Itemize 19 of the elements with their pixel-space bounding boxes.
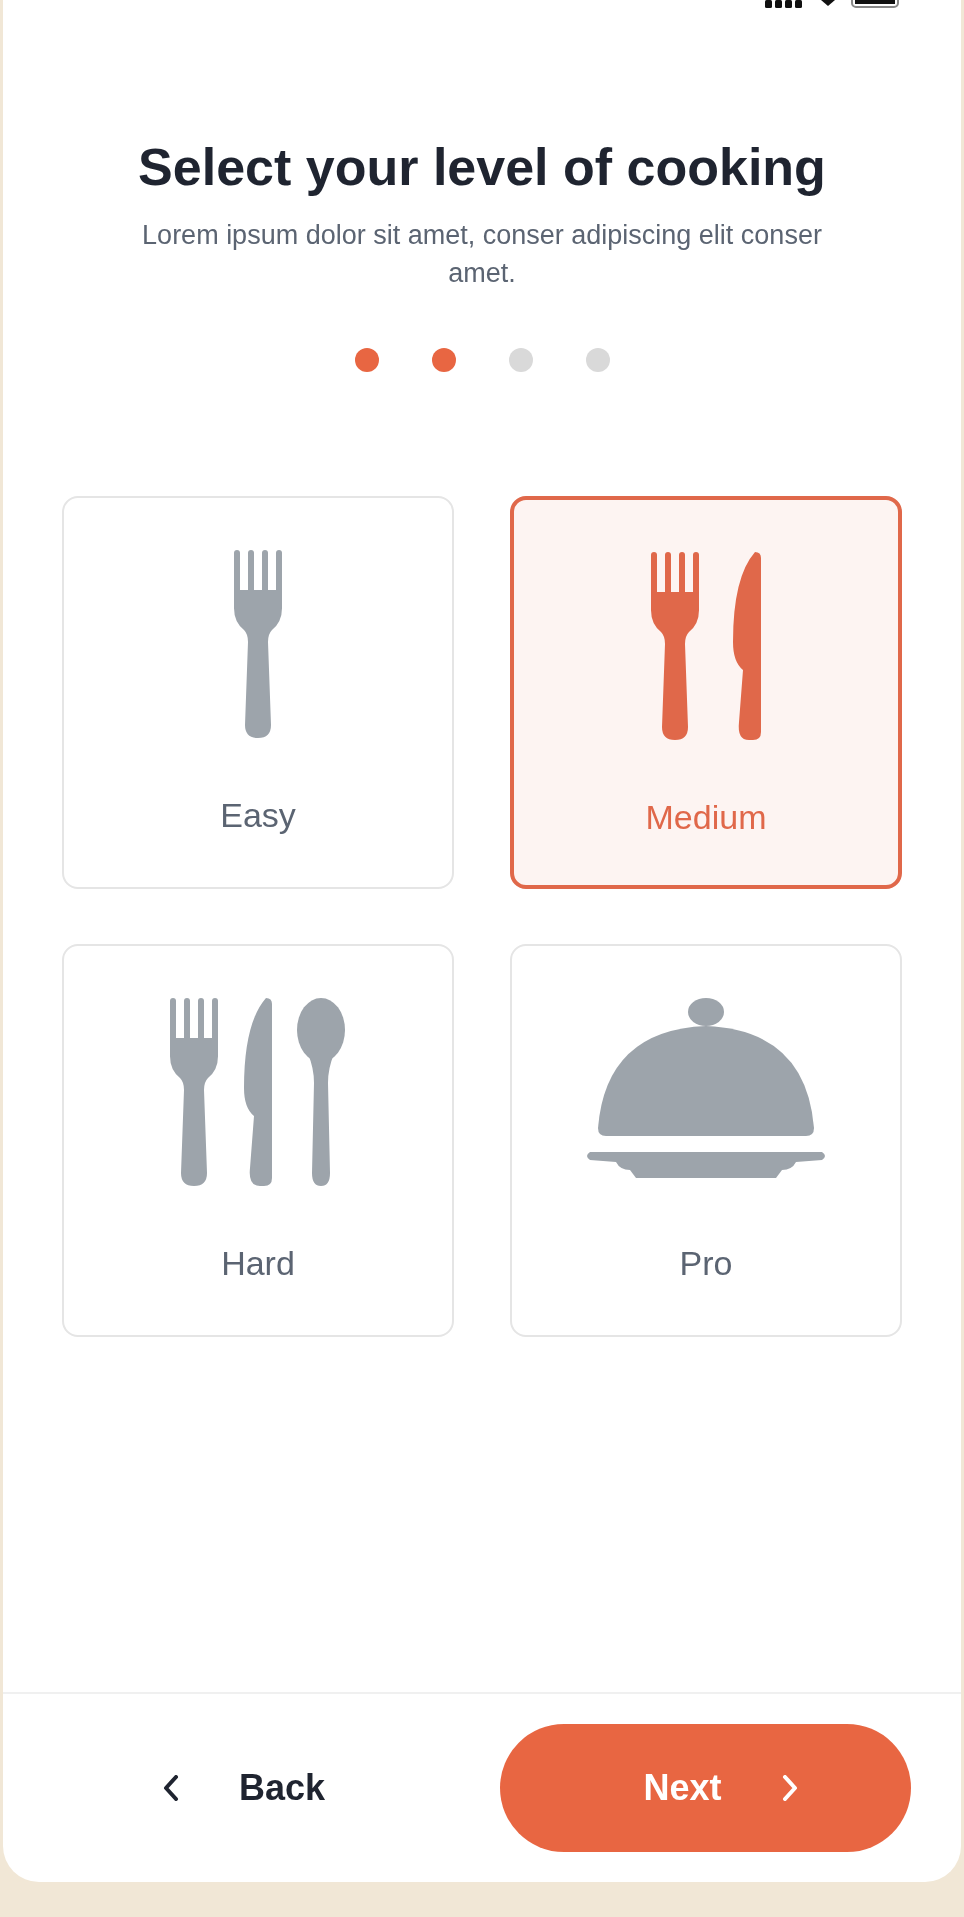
spoon-icon — [296, 998, 346, 1188]
battery-icon — [851, 0, 899, 8]
chevron-left-icon — [163, 1775, 179, 1801]
level-option[interactable]: Pro — [510, 944, 902, 1337]
fork-icon — [651, 552, 699, 742]
page-title: Select your level of cooking — [137, 137, 827, 198]
level-option[interactable]: Easy — [62, 496, 454, 889]
fork-icon — [170, 998, 218, 1188]
next-button[interactable]: Next — [500, 1724, 911, 1852]
level-option[interactable]: Medium — [510, 496, 902, 889]
fork-icon — [234, 550, 282, 740]
signal-icon — [765, 0, 805, 8]
level-option[interactable]: Hard — [62, 944, 454, 1337]
knife-icon — [731, 552, 761, 742]
wifi-icon — [821, 0, 835, 6]
back-button[interactable]: Back — [103, 1724, 386, 1852]
chevron-right-icon — [781, 1775, 798, 1801]
page-subtitle: Lorem ipsum dolor sit amet, conser adipiscing elit conser amet. — [142, 219, 822, 290]
knife-icon — [242, 998, 272, 1188]
